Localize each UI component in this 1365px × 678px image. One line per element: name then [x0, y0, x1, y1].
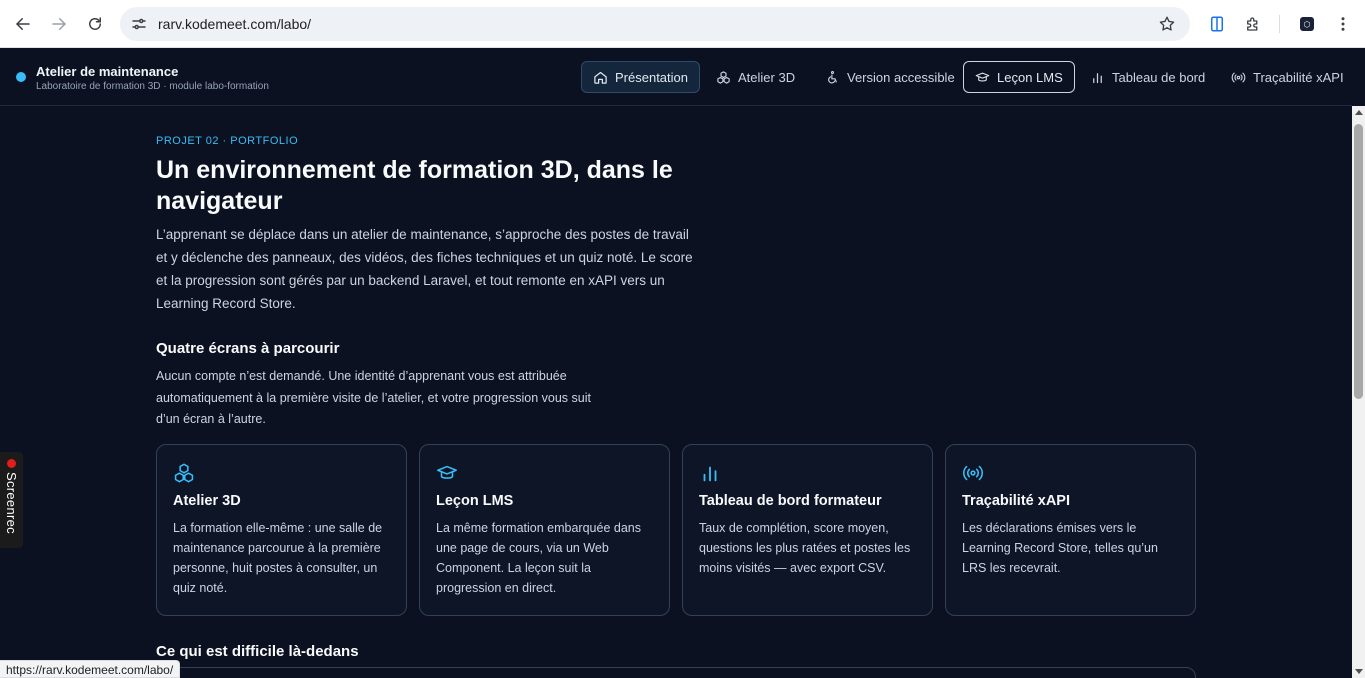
nav-label: Présentation: [615, 69, 688, 85]
screenrec-tab[interactable]: Screenrec: [0, 452, 23, 548]
nav-tracabilite-xapi[interactable]: Traçabilité xAPI: [1220, 61, 1355, 93]
toolbar-divider: [1279, 15, 1280, 33]
home-icon: [594, 71, 607, 84]
profile-avatar[interactable]: ⬡: [1296, 13, 1318, 35]
nav-label: Leçon LMS: [997, 69, 1063, 85]
nav-presentation[interactable]: Présentation: [581, 61, 700, 93]
card-description: La même formation embarquée dans une pag…: [436, 521, 641, 595]
cubes-icon: [173, 462, 195, 484]
nav-label: Version accessible: [847, 69, 955, 85]
brand-title[interactable]: Atelier de maintenance: [36, 64, 178, 79]
card-lecon-lms[interactable]: Leçon LMS La même formation embarquée da…: [419, 444, 670, 616]
card-title: Leçon LMS: [436, 493, 514, 509]
browser-toolbar: rarv.kodemeet.com/labo/ ⬡: [0, 0, 1365, 48]
back-button[interactable]: [11, 12, 35, 36]
graduation-cap-icon: [975, 72, 990, 81]
nav-label: Tableau de bord: [1112, 69, 1206, 85]
brand-subtitle: Laboratoire de formation 3D · module lab…: [36, 81, 269, 92]
scroll-down-arrow-icon[interactable]: [1355, 669, 1363, 674]
extensions-puzzle-icon[interactable]: [1242, 13, 1264, 35]
extension-icon[interactable]: [1206, 13, 1228, 35]
card-title: Traçabilité xAPI: [962, 493, 1070, 509]
address-bar[interactable]: rarv.kodemeet.com/labo/: [120, 7, 1190, 41]
eyebrow-label: PROJET 02 · PORTFOLIO: [156, 135, 299, 147]
record-dot-icon: [7, 459, 16, 468]
nav-tableau-de-bord[interactable]: Tableau de bord: [1079, 61, 1216, 93]
nav-lecon-lms[interactable]: Leçon LMS: [963, 61, 1075, 93]
nav-label: Atelier 3D: [738, 69, 796, 85]
broadcast-icon: [962, 462, 984, 484]
menu-kebab-icon[interactable]: [1332, 13, 1354, 35]
graduation-cap-icon: [436, 462, 458, 484]
difficulties-section-title: Ce qui est difficile là-dedans: [156, 643, 359, 660]
card-description: Les déclarations émises vers le Learning…: [962, 521, 1158, 575]
profile-badge-icon: ⬡: [1300, 17, 1314, 31]
broadcast-icon: [1231, 72, 1246, 82]
card-atelier-3d[interactable]: Atelier 3D La formation elle-même : une …: [156, 444, 407, 616]
accessibility-icon: [828, 70, 837, 83]
card-tracabilite-xapi[interactable]: Traçabilité xAPI Les déclarations émises…: [945, 444, 1196, 616]
reload-button[interactable]: [83, 12, 107, 36]
bar-chart-icon: [1093, 72, 1102, 83]
card-title: Tableau de bord formateur: [699, 493, 882, 509]
bar-chart-icon: [699, 462, 721, 484]
site-settings-icon[interactable]: [130, 15, 148, 33]
card-tableau-de-bord[interactable]: Tableau de bord formateur Taux de complé…: [682, 444, 933, 616]
section-intro: Aucun compte n’est demandé. Une identité…: [156, 369, 591, 426]
card-description: Taux de complétion, score moyen, questio…: [699, 521, 911, 575]
brand-dot-icon: [16, 72, 26, 82]
cubes-icon: [717, 70, 730, 84]
card-description: La formation elle-même : une salle de ma…: [173, 521, 383, 595]
scroll-thumb[interactable]: [1354, 124, 1363, 399]
page-title: Un environnement de formation 3D, dans l…: [156, 156, 673, 215]
bookmark-star-icon[interactable]: [1158, 15, 1176, 33]
link-status-bar: https://rarv.kodemeet.com/labo/: [0, 660, 181, 678]
site-header: Atelier de maintenance Laboratoire de fo…: [0, 48, 1352, 106]
nav-label: Traçabilité xAPI: [1253, 69, 1344, 85]
lead-paragraph: L’apprenant se déplace dans un atelier d…: [156, 227, 693, 311]
screenrec-label: Screenrec: [4, 472, 19, 534]
card-title: Atelier 3D: [173, 493, 241, 509]
url-text[interactable]: rarv.kodemeet.com/labo/: [158, 16, 311, 32]
scroll-up-arrow-icon[interactable]: [1355, 110, 1363, 115]
forward-button[interactable]: [47, 12, 71, 36]
nav-version-accessible[interactable]: Version accessible: [814, 61, 966, 93]
difficulties-panel: [156, 667, 1196, 678]
page-scrollbar[interactable]: [1352, 106, 1365, 678]
nav-atelier-3d[interactable]: Atelier 3D: [705, 61, 806, 93]
section-title: Quatre écrans à parcourir: [156, 340, 340, 357]
